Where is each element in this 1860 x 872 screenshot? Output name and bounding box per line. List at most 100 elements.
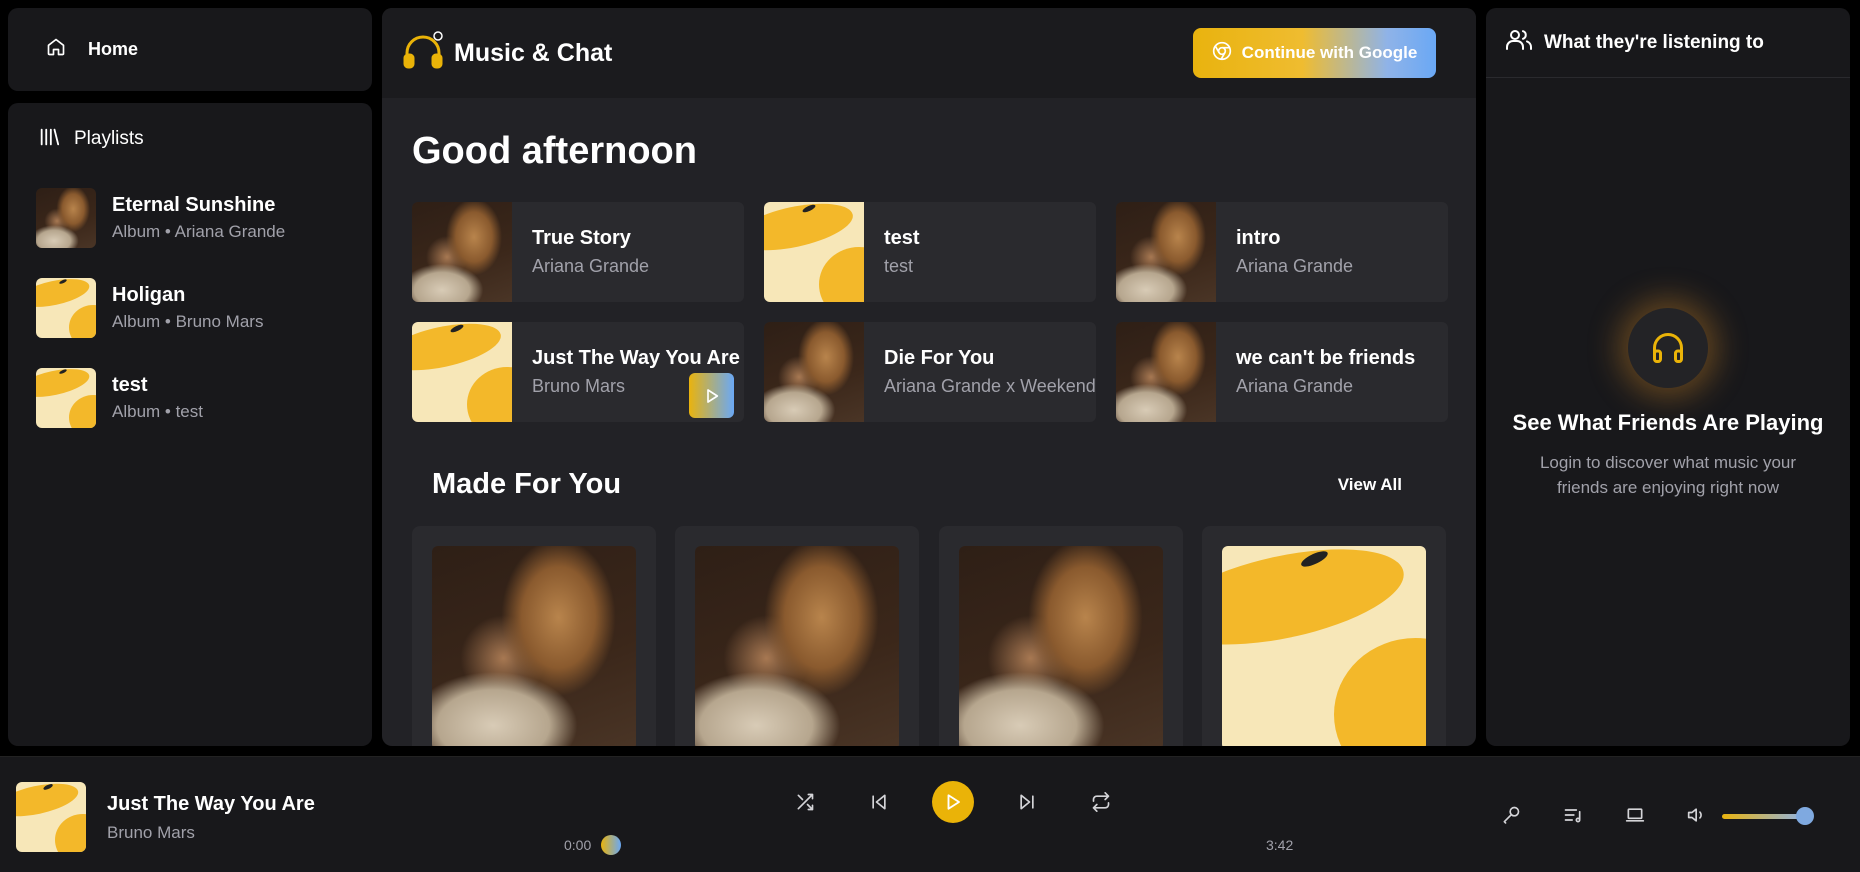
- made-for-you-cover: [432, 546, 636, 746]
- nav-home[interactable]: Home: [8, 8, 372, 91]
- library-header: Playlists: [8, 123, 372, 155]
- quick-pick-card[interactable]: intro Ariana Grande: [1116, 202, 1448, 302]
- made-for-you-card[interactable]: [939, 526, 1183, 746]
- headphones-logo-icon: [402, 30, 444, 76]
- microphone-icon: [1503, 806, 1520, 824]
- made-for-you-cover: [695, 546, 899, 746]
- playlist-item[interactable]: Eternal Sunshine Album • Ariana Grande: [8, 173, 372, 263]
- volume-slider[interactable]: [1722, 814, 1806, 819]
- friends-title: What they're listening to: [1544, 31, 1764, 53]
- progress-handle[interactable]: [601, 835, 621, 855]
- now-playing-title: Just The Way You Are: [107, 793, 315, 815]
- extra-controls: [1480, 802, 1728, 828]
- continue-with-google-label: Continue with Google: [1241, 43, 1418, 62]
- quick-pick-card[interactable]: we can't be friends Ariana Grande: [1116, 322, 1448, 422]
- quick-pick-artist: Ariana Grande: [1236, 376, 1354, 396]
- view-all-link[interactable]: View All: [1338, 475, 1402, 495]
- brand[interactable]: Music & Chat: [402, 30, 613, 76]
- quick-pick-cover: [1116, 202, 1216, 302]
- quick-pick-card[interactable]: Die For You Ariana Grande x Weekend: [764, 322, 1096, 422]
- playlist-subtitle: Album • test: [112, 402, 203, 421]
- queue-icon: [1564, 809, 1581, 823]
- next-button[interactable]: [990, 781, 1064, 823]
- quick-pick-title: we can't be friends: [1236, 347, 1416, 369]
- quick-pick-artist: test: [884, 256, 914, 276]
- music-app: Home Playlists Eternal Sunshine Album • A…: [0, 0, 1860, 872]
- microphone-button[interactable]: [1480, 802, 1542, 828]
- play-icon: [947, 794, 960, 810]
- made-for-you-card[interactable]: [675, 526, 919, 746]
- playlist-item[interactable]: test Album • test: [8, 353, 372, 443]
- made-for-you-card[interactable]: [412, 526, 656, 746]
- quick-pick-artist: Ariana Grande: [1236, 256, 1354, 276]
- duration-time: 3:42: [1266, 837, 1294, 853]
- friends-empty-text: Login to discover what music your friend…: [1486, 450, 1850, 500]
- friends-header: What they're listening to: [1486, 8, 1850, 78]
- queue-button[interactable]: [1542, 802, 1604, 828]
- headphones-icon: [1628, 308, 1708, 388]
- made-for-you-card[interactable]: [1202, 526, 1446, 746]
- playlist-name: Holigan: [112, 284, 186, 306]
- playlist-list: Eternal Sunshine Album • Ariana Grande Hol…: [8, 173, 372, 443]
- now-playing-cover: [16, 782, 86, 852]
- quick-pick-card[interactable]: Just The Way You Are Bruno Mars: [412, 322, 744, 422]
- volume-handle[interactable]: [1796, 807, 1814, 825]
- playlist-cover: [36, 368, 96, 428]
- quick-pick-play-button[interactable]: [689, 373, 734, 418]
- repeat-icon: [1092, 792, 1110, 812]
- main-header: Music & Chat Continue with Google: [382, 8, 1476, 98]
- playlist-item[interactable]: Holigan Album • Bruno Mars: [8, 263, 372, 353]
- playlist-subtitle: Album • Ariana Grande: [112, 222, 286, 241]
- brand-title: Music & Chat: [454, 38, 613, 67]
- volume-button[interactable]: [1666, 802, 1728, 828]
- quick-pick-cover: [412, 322, 512, 422]
- previous-button[interactable]: [842, 781, 916, 823]
- continue-with-google-button[interactable]: Continue with Google: [1193, 28, 1436, 78]
- friends-empty-state: See What Friends Are Playing Login to di…: [1486, 308, 1850, 500]
- laptop-icon: [1625, 808, 1645, 822]
- quick-pick-cover: [764, 322, 864, 422]
- playlist-cover: [36, 188, 96, 248]
- friends-empty-line: friends are enjoying right now: [1556, 478, 1780, 497]
- chrome-icon: [1212, 41, 1232, 66]
- play-button[interactable]: [932, 781, 974, 823]
- quick-pick-artist: Ariana Grande: [532, 256, 650, 276]
- elapsed-time: 0:00: [564, 837, 592, 853]
- quick-pick-cover: [1116, 322, 1216, 422]
- made-for-you-cover: [1222, 546, 1426, 746]
- progress-bar[interactable]: [603, 843, 1253, 847]
- quick-pick-title: intro: [1236, 227, 1281, 249]
- playlist-cover: [36, 278, 96, 338]
- quick-pick-title: True Story: [532, 227, 631, 249]
- playlist-name: test: [112, 374, 148, 396]
- skip-back-icon: [872, 794, 886, 810]
- greeting: Good afternoon: [412, 130, 697, 172]
- made-for-you-title: Made For You: [432, 468, 622, 500]
- quick-pick-title: Die For You: [884, 347, 995, 369]
- device-button[interactable]: [1604, 802, 1666, 828]
- shuffle-icon: [797, 793, 814, 811]
- playback-controls: [768, 781, 1138, 823]
- volume-icon: [1687, 808, 1702, 822]
- quick-pick-cover: [412, 202, 512, 302]
- main-panel: Music & Chat Continue with Google Good a…: [382, 8, 1476, 746]
- repeat-button[interactable]: [1064, 781, 1138, 823]
- now-playing-artist: Bruno Mars: [107, 823, 195, 842]
- quick-pick-card[interactable]: test test: [764, 202, 1096, 302]
- quick-pick-artist: Ariana Grande x Weekend: [884, 376, 1096, 396]
- made-for-you-header: Made For You View All: [432, 468, 1402, 501]
- quick-pick-card[interactable]: True Story Ariana Grande: [412, 202, 744, 302]
- skip-forward-icon: [1020, 794, 1034, 810]
- shuffle-button[interactable]: [768, 781, 842, 823]
- quick-pick-cover: [764, 202, 864, 302]
- library-panel: Playlists Eternal Sunshine Album • Ariana…: [8, 103, 372, 746]
- home-icon: [46, 37, 66, 62]
- play-icon: [706, 388, 718, 403]
- quick-pick-title: test: [884, 227, 920, 249]
- friends-empty-line: Login to discover what music your: [1539, 453, 1797, 472]
- quick-pick-title: Just The Way You Are: [532, 347, 740, 369]
- users-icon: [1506, 28, 1532, 57]
- friends-panel: What they're listening to See What Frien…: [1486, 8, 1850, 746]
- player-bar: Just The Way You Are Bruno Mars 0:00 3:4…: [0, 756, 1860, 872]
- made-for-you-cover: [959, 546, 1163, 746]
